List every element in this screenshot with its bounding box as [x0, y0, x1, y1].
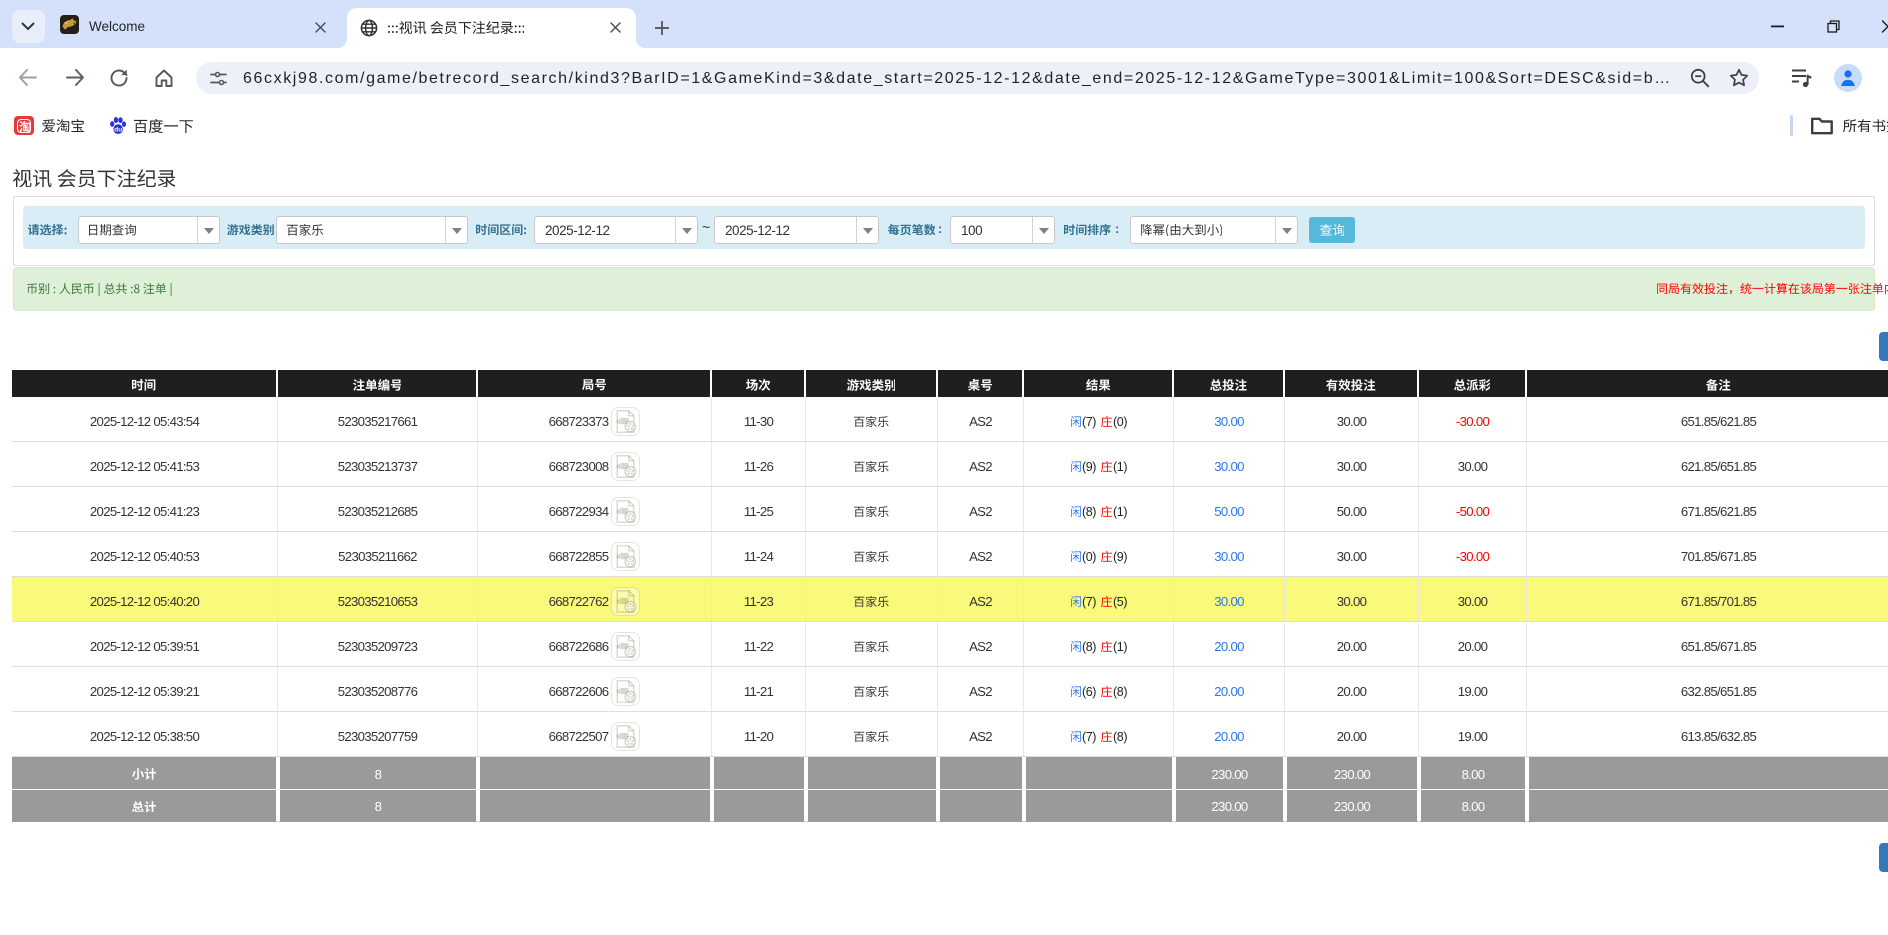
svg-text:du: du [114, 127, 122, 134]
